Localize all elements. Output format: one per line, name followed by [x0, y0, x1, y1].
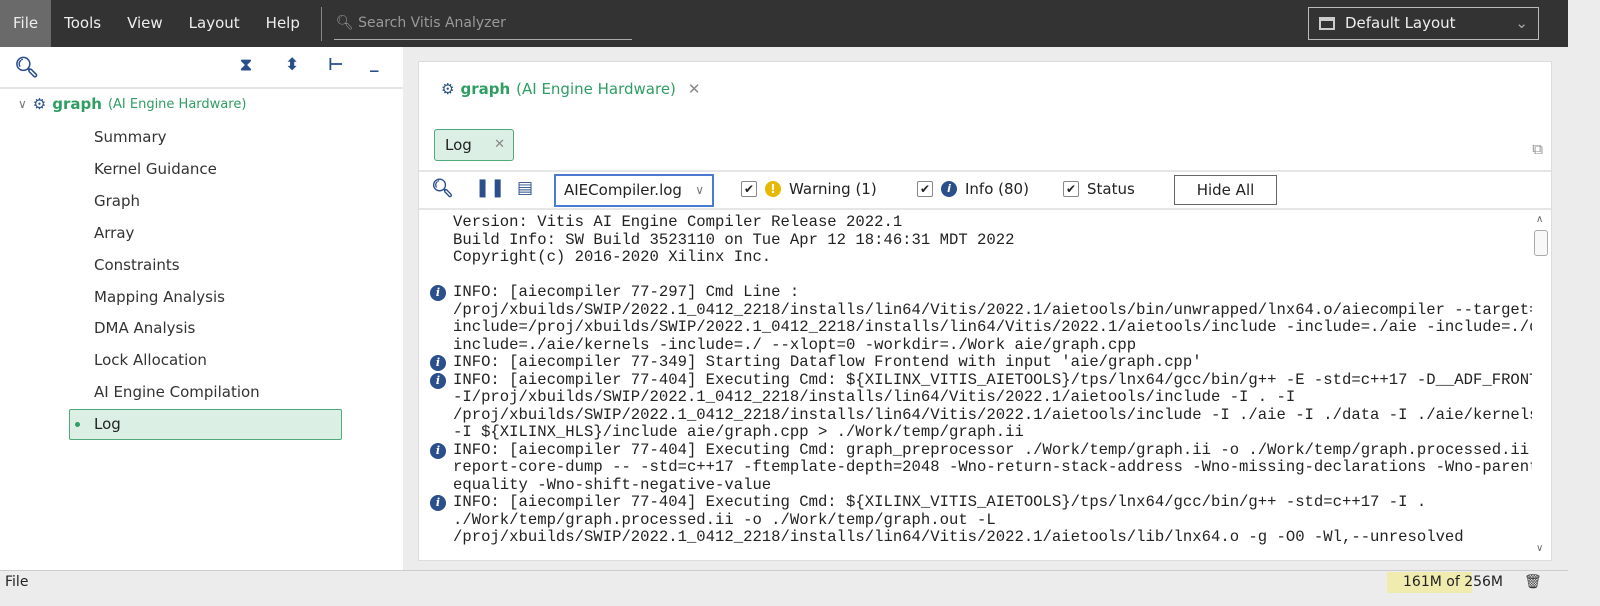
log-entry-text: INFO: [aiecompiler 77-404] Executing Cmd… [453, 493, 1464, 546]
layout-select[interactable]: Default Layout ⌄ [1308, 7, 1539, 40]
search-icon[interactable]: 🔍︎ [14, 55, 39, 79]
panel-title-sublabel: (AI Engine Hardware) [516, 80, 676, 98]
tree-item-kernel-guidance[interactable]: Kernel Guidance [94, 160, 217, 178]
tree-item-lock-allocation[interactable]: Lock Allocation [94, 351, 207, 369]
warning-checkbox[interactable]: ✔ [741, 181, 757, 197]
memory-usage: 161M of 256M [1403, 574, 1503, 590]
tree-item-ai-engine-compilation[interactable]: AI Engine Compilation [94, 383, 260, 401]
tree-root-graph[interactable]: ∨ ⚙ graph (AI Engine Hardware) [18, 95, 246, 113]
panel-title-label: graph [460, 80, 511, 98]
info-icon: i [430, 495, 446, 511]
popout-icon[interactable]: ⧉ [1532, 140, 1543, 158]
close-icon[interactable]: ✕ [494, 130, 505, 160]
chevron-down-icon: ∨ [695, 183, 704, 197]
expand-all-icon[interactable]: ⬍ [285, 55, 299, 75]
log-entry-text: INFO: [aiecompiler 77-297] Cmd Line : /p… [453, 283, 1532, 354]
menu-layout[interactable]: Layout [176, 0, 253, 47]
tree-toolbar: 🔍︎ ⧗ ⬍ ⊢ _ [0, 47, 403, 89]
collapse-all-icon[interactable]: ⧗ [240, 55, 252, 75]
selected-dot-icon [75, 422, 80, 427]
info-icon: i [941, 181, 957, 197]
tab-log[interactable]: Log ✕ [434, 129, 514, 161]
info-icon: i [430, 355, 446, 371]
hierarchy-icon[interactable]: ⊢ [328, 55, 344, 75]
log-content: Version: Vitis AI Engine Compiler Releas… [427, 214, 1532, 554]
layout-value: Default Layout [1345, 14, 1456, 32]
log-file-select[interactable]: AIECompiler.log ∨ [554, 174, 714, 207]
chevron-down-icon[interactable]: ∨ [18, 97, 27, 111]
log-entry: i INFO: [aiecompiler 77-349] Starting Dat… [427, 353, 1532, 372]
pause-icon[interactable]: ❚❚ [475, 177, 505, 198]
log-entry: Version: Vitis AI Engine Compiler Releas… [427, 214, 1532, 284]
copy-icon[interactable]: ▤ [517, 178, 533, 198]
search-icon: 🔍︎ [335, 14, 354, 31]
log-file-value: AIECompiler.log [564, 181, 682, 199]
tree-root-label: graph [52, 95, 102, 113]
info-icon: i [430, 442, 446, 459]
log-entry: i INFO: [aiecompiler 77-297] Cmd Line : /… [427, 283, 1532, 354]
scroll-down-icon[interactable]: ∨ [1536, 543, 1543, 554]
log-scrollbar[interactable]: ∧ ∨ [1531, 214, 1551, 554]
search-placeholder: Search Vitis Analyzer [358, 14, 506, 31]
panel-title: ⚙ graph (AI Engine Hardware) ✕ [441, 80, 700, 98]
menu-view[interactable]: View [114, 0, 176, 47]
left-panel: 🔍︎ ⧗ ⬍ ⊢ _ ∨ ⚙ graph (AI Engine Hardware… [0, 47, 403, 570]
tree-item-constraints[interactable]: Constraints [94, 256, 180, 274]
menu-bar: File Tools View Layout Help 🔍︎ Search Vi… [0, 0, 1568, 47]
status-label: Status [1087, 180, 1135, 198]
tree-root-sublabel: (AI Engine Hardware) [107, 96, 247, 112]
scrollbar-thumb[interactable] [1534, 230, 1548, 256]
search-input[interactable]: 🔍︎ Search Vitis Analyzer [333, 8, 632, 40]
info-icon: i [430, 372, 446, 389]
trash-icon[interactable]: 🗑︎ [1524, 571, 1542, 593]
tree-item-dma-analysis[interactable]: DMA Analysis [94, 319, 195, 337]
log-toolbar: 🔍︎ ❚❚ ▤ AIECompiler.log ∨ ✔ ! Warning (1)… [419, 170, 1551, 210]
log-entry-text: INFO: [aiecompiler 77-404] Executing Cmd… [453, 370, 1532, 441]
hide-all-button[interactable]: Hide All [1174, 175, 1277, 205]
menu-tools[interactable]: Tools [51, 0, 114, 47]
chevron-down-icon: ⌄ [1515, 14, 1528, 32]
log-entry: i INFO: [aiecompiler 77-404] Executing Cm… [427, 440, 1532, 495]
menu-file[interactable]: File [0, 0, 52, 47]
log-entry-text: INFO: [aiecompiler 77-349] Starting Data… [453, 353, 1202, 371]
tree-item-array[interactable]: Array [94, 224, 134, 242]
info-label: Info (80) [965, 180, 1029, 198]
graph-gear-icon: ⚙ [441, 80, 455, 98]
minimize-icon[interactable]: _ [370, 53, 379, 73]
status-text: File [5, 574, 29, 590]
tab-log-label: Log [445, 136, 472, 154]
close-icon[interactable]: ✕ [688, 80, 701, 98]
tree-item-log[interactable]: Log [69, 409, 342, 440]
log-entry-text: INFO: [aiecompiler 77-404] Executing Cmd… [453, 440, 1532, 494]
graph-gear-icon: ⚙ [32, 95, 47, 113]
menu-help[interactable]: Help [253, 0, 313, 47]
log-entry-text: Version: Vitis AI Engine Compiler Releas… [453, 214, 1015, 266]
right-strip [1568, 0, 1600, 606]
tree-item-mapping-analysis[interactable]: Mapping Analysis [94, 288, 225, 306]
log-entry: i INFO: [aiecompiler 77-404] Executing Cm… [427, 370, 1532, 442]
info-icon: i [430, 285, 446, 301]
log-entry: i INFO: [aiecompiler 77-404] Executing Cm… [427, 493, 1532, 547]
tree-item-graph[interactable]: Graph [94, 192, 140, 210]
scroll-up-icon[interactable]: ∧ [1536, 214, 1543, 225]
warning-label: Warning (1) [789, 180, 877, 198]
tree-item-log-label: Log [94, 415, 121, 433]
status-checkbox[interactable]: ✔ [1063, 181, 1079, 197]
status-bar: File 161M of 256M 🗑︎ [0, 570, 1568, 593]
search-icon[interactable]: 🔍︎ [431, 178, 454, 199]
layout-icon [1319, 17, 1335, 30]
info-checkbox[interactable]: ✔ [917, 181, 933, 197]
warning-icon: ! [765, 181, 781, 197]
menu-separator [320, 6, 322, 41]
graph-panel: ⚙ graph (AI Engine Hardware) ✕ Log ✕ ⧉ 🔍︎… [418, 61, 1552, 561]
tree-item-summary[interactable]: Summary [94, 128, 167, 146]
